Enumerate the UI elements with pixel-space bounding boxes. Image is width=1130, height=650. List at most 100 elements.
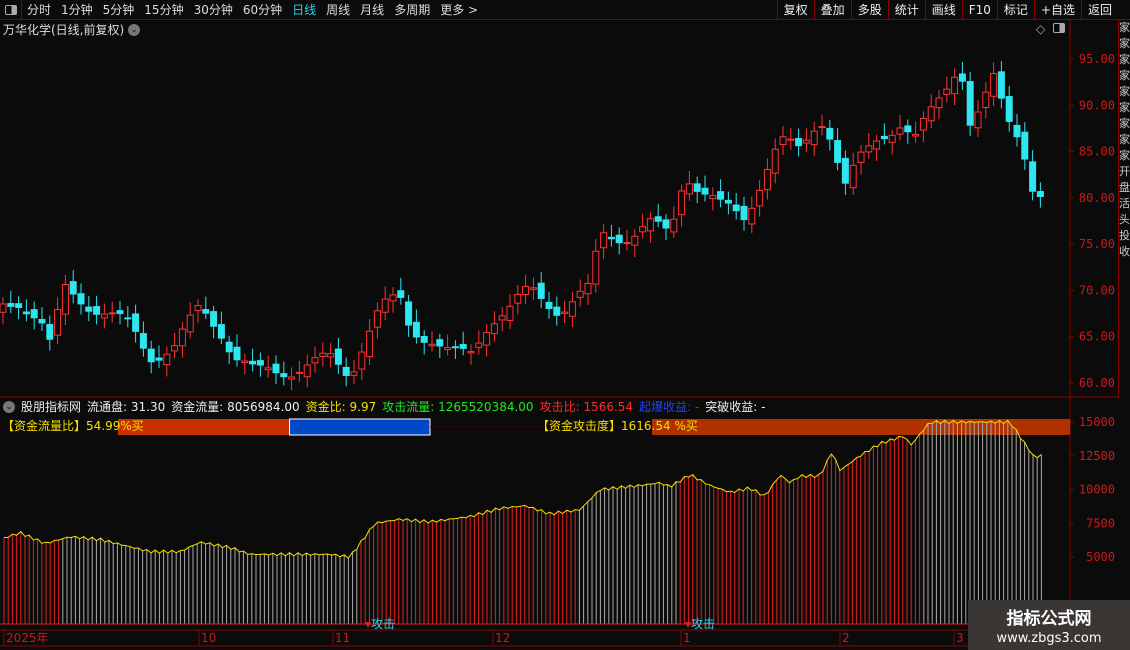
candle-body (896, 127, 904, 135)
candle-body (22, 311, 30, 315)
candle-body (217, 324, 225, 339)
candle-body (256, 360, 264, 366)
candle-body (69, 281, 77, 295)
candle-body (779, 136, 787, 146)
candle-body (592, 250, 600, 285)
candle-body (639, 226, 647, 233)
candle-body (225, 341, 233, 353)
candle-body (1029, 161, 1037, 192)
price-tick-label: 75.00 (1079, 237, 1115, 251)
date-label: 2 (842, 631, 850, 645)
attack-degree-text: 【资金攻击度】1616. (537, 419, 656, 433)
candle-body (178, 328, 186, 347)
candle-body (498, 315, 506, 321)
attack-signal-label: 攻击 (371, 617, 395, 631)
candle-body (904, 125, 912, 133)
candle-body (795, 138, 803, 147)
candle-body (436, 339, 444, 347)
burst-value: - (694, 400, 700, 414)
candle-body (732, 204, 740, 212)
candle-body (0, 303, 7, 313)
candle-body (701, 187, 709, 195)
candle-body (935, 97, 943, 109)
candle-body (490, 323, 498, 335)
break-value: - (761, 400, 766, 414)
flow-ratio-suffix: %买 (120, 419, 144, 433)
candle-body (600, 232, 608, 249)
candle-body (1013, 124, 1021, 138)
flow-value: 8056984.00 (227, 400, 300, 414)
candle-body (61, 283, 69, 315)
candle-body (865, 145, 873, 153)
candle-body (303, 364, 311, 378)
candle-body (467, 351, 475, 354)
candle-body (810, 130, 818, 146)
date-label: 3 (956, 631, 964, 645)
candle-body (506, 305, 514, 321)
candle-body (420, 335, 428, 343)
candle-body (857, 151, 865, 163)
date-label: 11 (335, 631, 350, 645)
candle-body (186, 314, 194, 333)
burst-label: 起爆收益: (639, 400, 692, 414)
candle-body (818, 126, 826, 129)
candle-body (966, 81, 974, 126)
candle-body (514, 293, 522, 304)
candle-body (943, 88, 951, 95)
date-label: 12 (495, 631, 510, 645)
candle-body (537, 282, 545, 299)
date-label: 10 (201, 631, 216, 645)
candle-body (522, 285, 530, 296)
candle-body (841, 157, 849, 184)
indicator-tick-label: 10000 (1079, 483, 1115, 497)
attack-ratio-value: 1566.54 (583, 400, 634, 414)
candle-body (334, 348, 342, 365)
candle-body (873, 140, 881, 150)
indicator-tick-label: 12500 (1079, 449, 1115, 463)
candle-body (108, 312, 116, 315)
candle-body (46, 323, 54, 340)
candle-body (373, 310, 381, 328)
price-tick-label: 80.00 (1079, 191, 1115, 205)
candle-body (584, 282, 592, 295)
candle-body (834, 140, 842, 163)
candle-body (389, 294, 397, 302)
ratio-label: 资金比: (305, 400, 346, 414)
candle-body (194, 305, 202, 312)
candle-body (1036, 191, 1044, 197)
candle-body (693, 183, 701, 192)
candle-body (654, 216, 662, 222)
candle-body (38, 318, 46, 324)
candle-body (451, 346, 459, 349)
break-label: 突破收益: (705, 400, 758, 414)
candle-body (412, 321, 420, 338)
candle-body (459, 344, 467, 349)
candle-body (724, 199, 732, 204)
candle-body (77, 293, 85, 305)
candle-body (576, 290, 584, 298)
float-value: 31.30 (130, 400, 166, 414)
float-label: 流通盘: (87, 400, 128, 414)
candle-body (997, 71, 1005, 99)
chevron-down-icon[interactable]: ⌄ (3, 400, 15, 413)
indicator-header: ⌄ 股朋指标网 流通盘: 31.30 资金流量: 8056984.00 资金比:… (3, 398, 766, 415)
candle-body (249, 360, 257, 365)
price-tick-label: 65.00 (1079, 330, 1115, 344)
attack-flow-value: 1265520384.00 (438, 400, 534, 414)
watermark-title: 指标公式网 (1006, 609, 1092, 629)
candle-body (155, 357, 163, 361)
candle-body (787, 138, 795, 141)
candle-body (233, 346, 241, 361)
kline-chart: 95.00 90.00 85.00 80.00 75.00 70.00 65.00 60.00… (0, 20, 1118, 647)
candle-body (444, 347, 452, 351)
candle-body (763, 169, 771, 191)
candle-body (802, 139, 810, 144)
candle-body (241, 360, 249, 363)
candle-body (740, 205, 748, 221)
candle-body (748, 207, 756, 225)
indicator-tick-label: 15000 (1079, 415, 1115, 429)
candle-body (171, 345, 179, 352)
candle-body (85, 306, 93, 312)
candle-body (475, 342, 483, 348)
indicator-tick-label: 7500 (1086, 516, 1115, 530)
